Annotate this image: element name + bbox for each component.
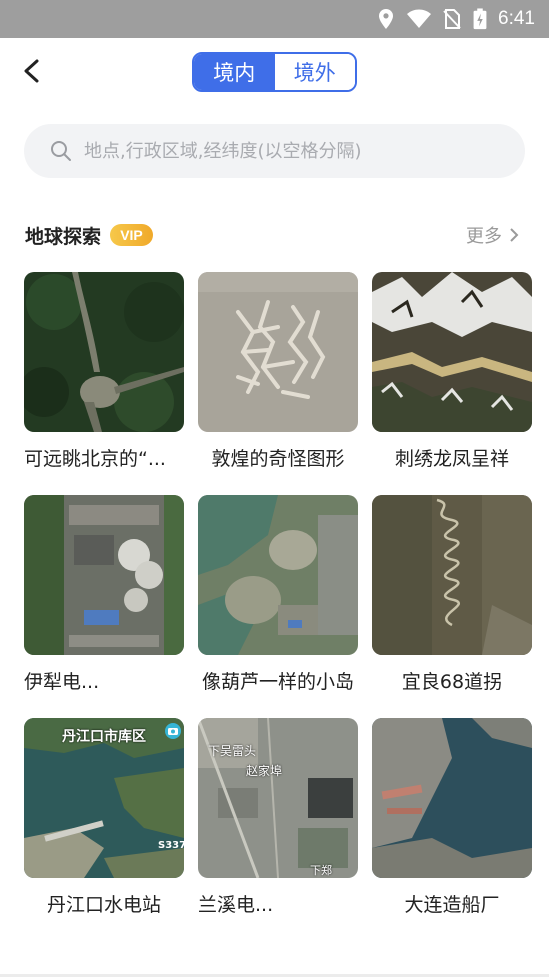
explore-card[interactable]: 下吴雷头 赵家埠 下郑 兰溪电...	[198, 718, 358, 916]
search-icon	[51, 141, 71, 161]
wifi-icon	[407, 9, 432, 28]
map-label: 下吴雷头	[208, 744, 257, 758]
explore-card[interactable]: 敦煌的奇怪图形	[198, 272, 358, 470]
thumbnail-city-plant: 下吴雷头 赵家埠 下郑	[198, 718, 358, 878]
battery-charging-icon	[473, 8, 487, 30]
location-icon	[379, 9, 394, 29]
clock: 6:41	[498, 8, 535, 29]
map-label: 下郑	[310, 864, 332, 877]
card-caption: 伊犁电...	[24, 671, 100, 693]
explore-card[interactable]: 大连造船厂	[372, 718, 532, 916]
explore-card[interactable]: 宜良68道拐	[372, 495, 532, 693]
thumbnail-winding-road	[372, 495, 532, 655]
search-bar[interactable]	[24, 124, 525, 178]
region-toggle: 境内 境外	[192, 52, 357, 92]
card-caption: 丹江口水电站	[46, 894, 161, 916]
card-caption: 可远眺北京的“...	[24, 448, 166, 470]
road-label: S337	[158, 840, 184, 851]
search-input[interactable]	[84, 140, 504, 162]
card-caption: 大连造船厂	[404, 894, 500, 916]
explore-card[interactable]: 像葫芦一样的小岛	[198, 495, 358, 693]
thumbnail-snowy-mountains	[372, 272, 532, 432]
vip-badge: VIP	[110, 224, 153, 246]
map-label: 丹江口市库区	[62, 729, 146, 745]
back-arrow-icon[interactable]	[18, 56, 48, 86]
camera-icon	[165, 723, 181, 739]
thumbnail-shipyard	[372, 718, 532, 878]
card-caption: 兰溪电...	[198, 894, 274, 916]
header: 境内 境外	[0, 38, 549, 108]
thumbnail-gourd-island	[198, 495, 358, 655]
chevron-right-icon	[510, 228, 519, 242]
tab-domestic[interactable]: 境内	[194, 54, 275, 90]
more-link[interactable]: 更多	[466, 222, 522, 248]
card-caption: 刺绣龙凤呈祥	[394, 448, 509, 470]
explore-card[interactable]: 可远眺北京的“...	[24, 272, 184, 470]
status-bar: 6:41	[0, 0, 549, 38]
thumbnail-desert-pattern	[198, 272, 358, 432]
map-label: 赵家埠	[246, 764, 283, 778]
more-label: 更多	[466, 226, 502, 247]
tab-overseas[interactable]: 境外	[274, 54, 355, 90]
explore-card[interactable]: 刺绣龙凤呈祥	[372, 272, 532, 470]
section-title: 地球探索	[25, 226, 102, 248]
explore-card[interactable]: 伊犁电...	[24, 495, 184, 693]
card-caption: 像葫芦一样的小岛	[201, 671, 354, 693]
thumbnail-dam-reservoir: 丹江口市库区 S337	[24, 718, 184, 878]
card-caption: 敦煌的奇怪图形	[211, 448, 345, 470]
card-caption: 宜良68道拐	[401, 671, 503, 693]
thumbnail-forest-road	[24, 272, 184, 432]
explore-card[interactable]: 丹江口市库区 S337 丹江口水电站	[24, 718, 184, 916]
thumbnail-power-plant	[24, 495, 184, 655]
no-sim-icon	[443, 9, 461, 29]
